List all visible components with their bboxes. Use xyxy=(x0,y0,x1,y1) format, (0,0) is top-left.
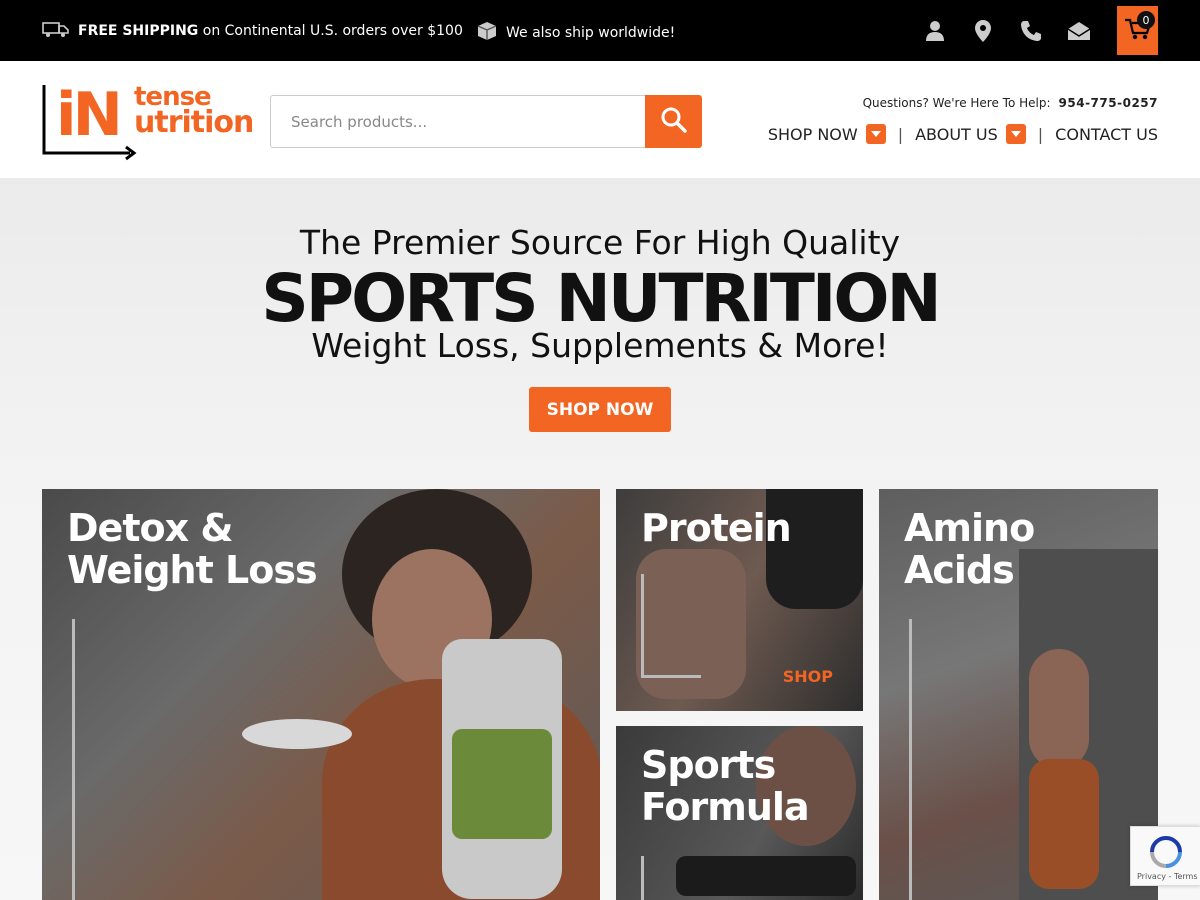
chevron-down-icon[interactable] xyxy=(1005,124,1026,144)
phone-icon[interactable] xyxy=(1018,18,1044,44)
amino-acids-tile-title: Amino Acids xyxy=(904,506,1035,592)
free-shipping-bold: FREE SHIPPING xyxy=(78,23,199,39)
category-tile-detox[interactable]: Detox & Weight Loss xyxy=(42,489,600,900)
nav-shop-now[interactable]: SHOP NOW xyxy=(768,124,886,144)
hero-shop-now-button[interactable]: SHOP NOW xyxy=(529,387,671,432)
recaptcha-links[interactable]: Privacy - Terms xyxy=(1137,872,1198,881)
category-tile-protein[interactable]: Protein SHOP xyxy=(616,489,863,711)
top-bar: FREE SHIPPING on Continental U.S. orders… xyxy=(0,0,1200,61)
free-shipping-text: on Continental U.S. orders over $100 xyxy=(198,23,463,39)
nav-separator: | xyxy=(1037,124,1044,144)
free-shipping-notice: FREE SHIPPING on Continental U.S. orders… xyxy=(42,20,463,42)
cart-button[interactable]: 0 xyxy=(1117,6,1158,55)
hero-tagline: The Premier Source For High Quality xyxy=(299,223,901,262)
search-input[interactable] xyxy=(270,95,646,148)
site-logo[interactable]: iN tense utrition xyxy=(42,80,254,161)
nav-shop-now-label: SHOP NOW xyxy=(767,124,858,144)
search-icon xyxy=(660,106,688,138)
hero-subline: Weight Loss, Supplements & More! xyxy=(311,326,889,365)
category-tile-sports-formula[interactable]: Sports Formula xyxy=(616,726,863,900)
recaptcha-icon xyxy=(1149,835,1183,873)
location-pin-icon[interactable] xyxy=(970,18,996,44)
hero-section: The Premier Source For High Quality SPOR… xyxy=(0,178,1200,900)
help-label: Questions? We're Here To Help: xyxy=(862,96,1051,110)
recaptcha-badge[interactable]: Privacy - Terms xyxy=(1130,826,1200,886)
mail-icon[interactable] xyxy=(1066,18,1092,44)
sports-formula-tile-title: Sports Formula xyxy=(641,743,810,829)
user-icon[interactable] xyxy=(922,18,948,44)
logo-utrition: utrition xyxy=(134,105,254,140)
nav-about-us-label: ABOUT US xyxy=(915,124,998,144)
nav-separator: | xyxy=(897,124,904,144)
protein-shop-link[interactable]: SHOP xyxy=(783,667,833,686)
detox-tile-title: Detox & Weight Loss xyxy=(67,506,318,592)
worldwide-text: We also ship worldwide! xyxy=(506,25,676,41)
site-header: iN tense utrition Questions? We're Here … xyxy=(0,61,1200,178)
logo-in: iN xyxy=(56,80,123,150)
help-contact: Questions? We're Here To Help: 954-775-02… xyxy=(863,96,1158,110)
account-icons xyxy=(922,18,1092,44)
package-icon xyxy=(476,20,498,46)
worldwide-notice: We also ship worldwide! xyxy=(476,20,675,46)
main-nav: SHOP NOW | ABOUT US | CONTACT US xyxy=(768,124,1158,144)
nav-about-us[interactable]: ABOUT US xyxy=(915,124,1026,144)
chevron-down-icon[interactable] xyxy=(865,124,886,144)
cart-count-badge: 0 xyxy=(1137,11,1155,29)
category-tile-amino-acids[interactable]: Amino Acids xyxy=(879,489,1158,900)
protein-tile-title: Protein xyxy=(641,506,792,550)
search-button[interactable] xyxy=(645,95,702,148)
nav-contact-us[interactable]: CONTACT US xyxy=(1055,125,1158,144)
search-form xyxy=(270,95,702,148)
truck-icon xyxy=(42,20,70,42)
nav-contact-us-label: CONTACT US xyxy=(1055,124,1158,144)
help-phone-link[interactable]: 954-775-0257 xyxy=(1059,96,1158,110)
